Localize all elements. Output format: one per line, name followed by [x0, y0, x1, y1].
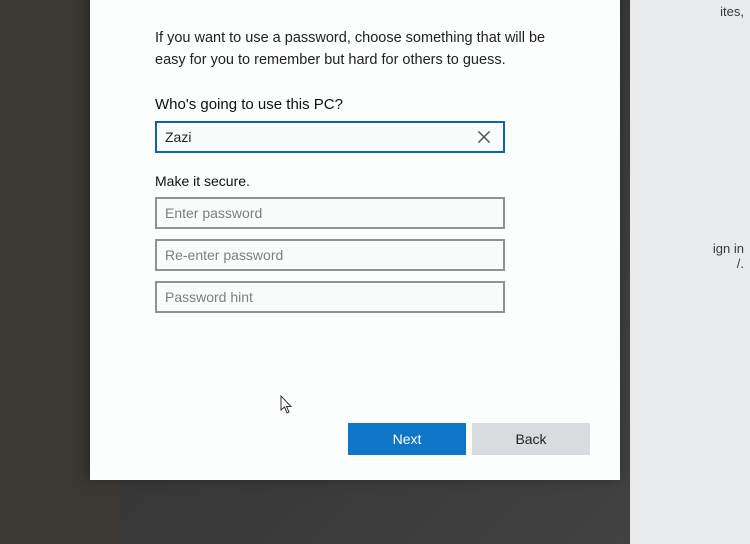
clear-input-icon[interactable] — [475, 128, 493, 146]
password-input[interactable] — [155, 197, 505, 229]
background-window-right: ites, ign in /. — [630, 0, 750, 544]
bg-text-fragment: ign in /. — [636, 241, 744, 271]
confirm-password-input[interactable] — [155, 239, 505, 271]
intro-text: If you want to use a password, choose so… — [155, 28, 565, 72]
username-section-label: Who's going to use this PC? — [155, 96, 565, 113]
back-button[interactable]: Back — [472, 423, 590, 455]
username-input[interactable] — [155, 121, 505, 153]
create-account-dialog: If you want to use a password, choose so… — [90, 0, 620, 480]
next-button[interactable]: Next — [348, 423, 466, 455]
bg-text-fragment: ites, — [636, 4, 744, 19]
password-hint-input[interactable] — [155, 281, 505, 313]
dialog-buttons: Next Back — [348, 423, 590, 455]
password-section-label: Make it secure. — [155, 173, 565, 189]
